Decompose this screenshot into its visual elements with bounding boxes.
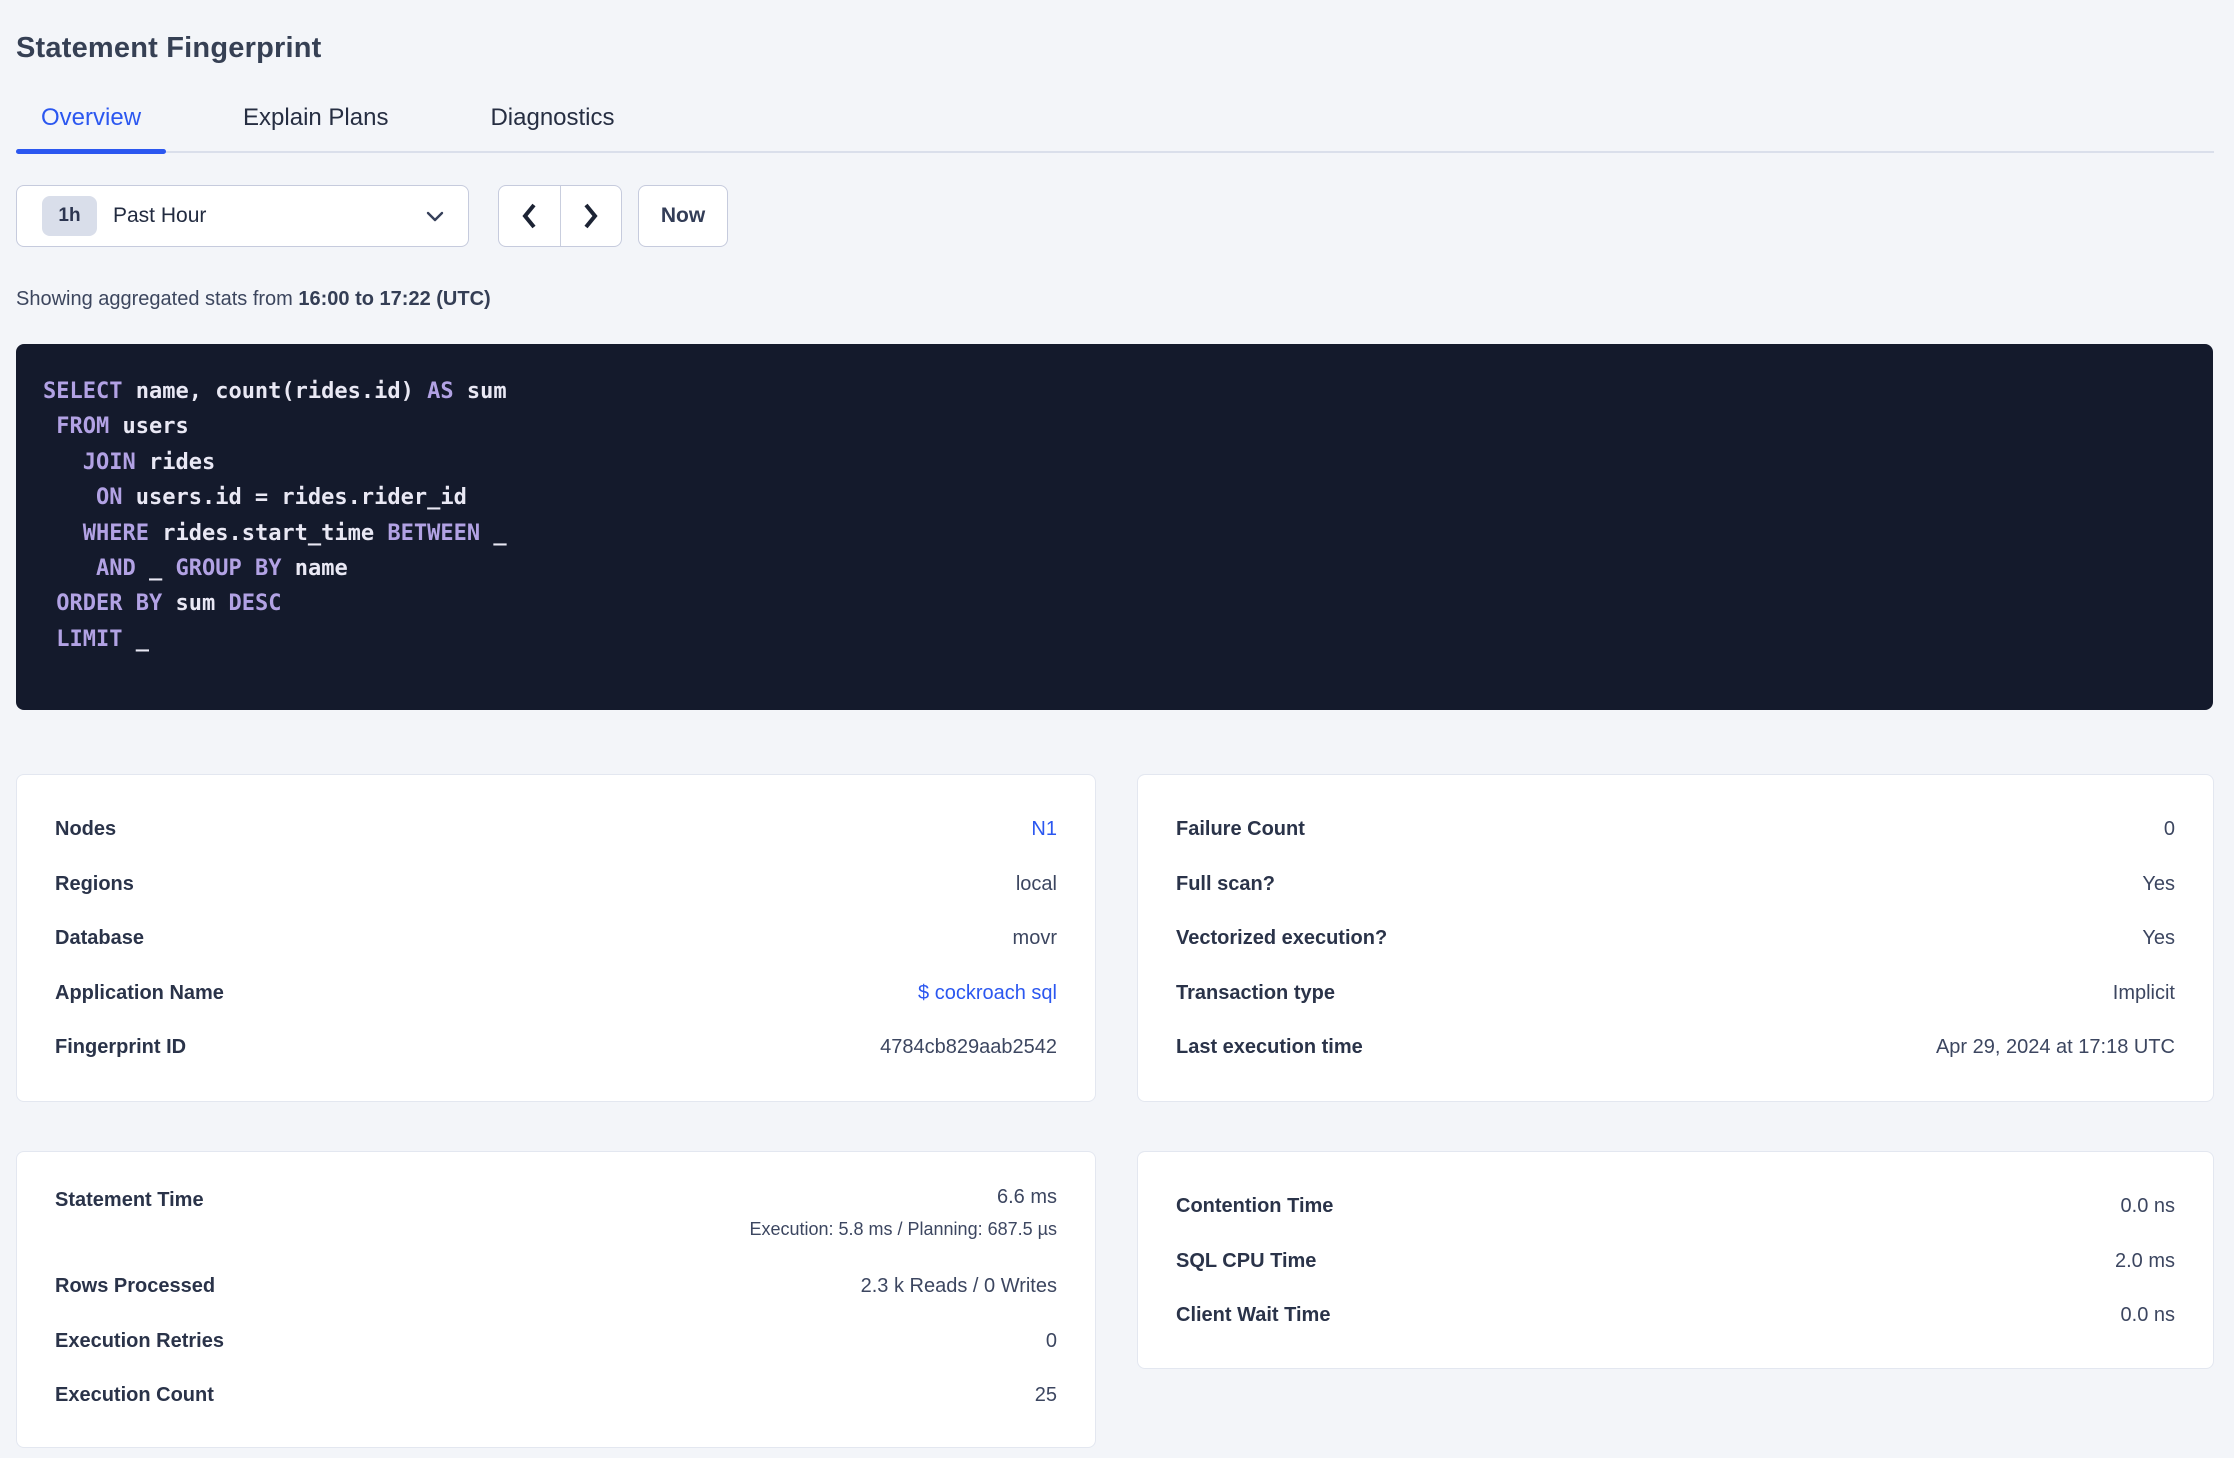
nodes-label: Nodes	[55, 818, 117, 841]
tab-overview[interactable]: Overview	[16, 104, 167, 154]
nodes-value-link[interactable]: N1	[1031, 818, 1057, 841]
next-time-button[interactable]	[561, 186, 622, 246]
time-controls: 1h Past Hour Now	[16, 185, 2214, 247]
chevron-down-icon	[426, 211, 444, 222]
chevron-right-icon	[582, 202, 599, 230]
sql-code: SELECT name, count(rides.id) AS sum FROM…	[43, 379, 507, 652]
last-execution-time-label: Last execution time	[1176, 1036, 1363, 1059]
client-wait-time-value: 0.0 ns	[2120, 1304, 2175, 1327]
time-pager	[498, 185, 622, 247]
fingerprint-id-value: 4784cb829aab2542	[880, 1036, 1057, 1059]
sql-statement-box: SELECT name, count(rides.id) AS sum FROM…	[16, 344, 2213, 711]
last-execution-time-value: Apr 29, 2024 at 17:18 UTC	[1935, 1036, 2175, 1059]
regions-value: local	[1015, 872, 1057, 895]
execution-attributes-card: Failure Count 0 Full scan? Yes Vectorize…	[1137, 774, 2214, 1103]
fingerprint-id-row: Fingerprint ID 4784cb829aab2542	[55, 1021, 1057, 1076]
execution-count-row: Execution Count 25	[55, 1368, 1057, 1423]
vectorized-execution-row: Vectorized execution? Yes	[1176, 911, 2175, 966]
full-scan-row: Full scan? Yes	[1176, 857, 2175, 912]
statement-time-value: 6.6 ms	[996, 1186, 1057, 1209]
transaction-type-row: Transaction type Implicit	[1176, 966, 2175, 1021]
time-interval-badge: 1h	[42, 196, 97, 236]
time-range-dropdown[interactable]: 1h Past Hour	[16, 185, 469, 247]
vectorized-execution-label: Vectorized execution?	[1176, 927, 1388, 950]
application-name-value-link[interactable]: $ cockroach sql	[918, 982, 1057, 1005]
chevron-left-icon	[521, 202, 538, 230]
stats-summary-range: 16:00 to 17:22 (UTC)	[298, 288, 491, 310]
sql-cpu-time-label: SQL CPU Time	[1176, 1249, 1317, 1272]
database-label: Database	[55, 927, 144, 950]
vectorized-execution-value: Yes	[2142, 927, 2175, 950]
statement-time-values: 6.6 ms Execution: 5.8 ms / Planning: 687…	[749, 1179, 1057, 1243]
database-row: Database movr	[55, 911, 1057, 966]
rows-processed-row: Rows Processed 2.3 k Reads / 0 Writes	[55, 1259, 1057, 1314]
sql-cpu-time-row: SQL CPU Time 2.0 ms	[1176, 1234, 2175, 1289]
full-scan-label: Full scan?	[1176, 872, 1275, 895]
client-wait-time-label: Client Wait Time	[1176, 1304, 1331, 1327]
time-range-label: Past Hour	[113, 204, 207, 227]
execution-count-value: 25	[1034, 1384, 1057, 1407]
contention-time-value: 0.0 ns	[2120, 1195, 2175, 1218]
tab-diagnostics[interactable]: Diagnostics	[465, 104, 639, 151]
last-execution-time-row: Last execution time Apr 29, 2024 at 17:1…	[1176, 1021, 2175, 1076]
now-button[interactable]: Now	[638, 185, 728, 247]
stats-summary-prefix: Showing aggregated stats from	[16, 288, 299, 310]
statement-fingerprint-page: Statement Fingerprint Overview Explain P…	[0, 0, 2234, 1449]
contention-time-label: Contention Time	[1176, 1195, 1334, 1218]
execution-retries-label: Execution Retries	[55, 1329, 224, 1352]
contention-time-row: Contention Time 0.0 ns	[1176, 1179, 2175, 1234]
page-title: Statement Fingerprint	[16, 32, 322, 64]
rows-processed-label: Rows Processed	[55, 1275, 216, 1298]
tab-bar: Overview Explain Plans Diagnostics	[16, 104, 2214, 154]
failure-count-label: Failure Count	[1176, 818, 1305, 841]
application-name-label: Application Name	[55, 981, 224, 1004]
tab-explain-plans[interactable]: Explain Plans	[218, 104, 413, 151]
transaction-type-value: Implicit	[2112, 981, 2175, 1004]
database-value: movr	[1012, 927, 1057, 950]
full-scan-value: Yes	[2142, 872, 2175, 895]
statement-time-breakdown: Execution: 5.8 ms / Planning: 687.5 µs	[749, 1219, 1057, 1240]
execution-retries-row: Execution Retries 0	[55, 1314, 1057, 1369]
statement-time-label: Statement Time	[55, 1189, 204, 1212]
fingerprint-id-label: Fingerprint ID	[55, 1036, 187, 1059]
application-name-row: Application Name $ cockroach sql	[55, 966, 1057, 1021]
nodes-row: Nodes N1	[55, 802, 1057, 857]
statement-timing-card: Statement Time 6.6 ms Execution: 5.8 ms …	[16, 1151, 1096, 1449]
regions-label: Regions	[55, 872, 134, 895]
sql-cpu-time-value: 2.0 ms	[2114, 1249, 2175, 1272]
failure-count-value: 0	[2163, 818, 2175, 841]
failure-count-row: Failure Count 0	[1176, 802, 2175, 857]
prev-time-button[interactable]	[499, 186, 561, 246]
execution-count-label: Execution Count	[55, 1384, 214, 1407]
regions-row: Regions local	[55, 857, 1057, 912]
rows-processed-value: 2.3 k Reads / 0 Writes	[860, 1275, 1057, 1298]
summary-cards: Nodes N1 Regions local Database movr App…	[16, 774, 2214, 1449]
transaction-type-label: Transaction type	[1176, 981, 1335, 1004]
stats-summary: Showing aggregated stats from 16:00 to 1…	[16, 288, 2214, 311]
client-wait-time-row: Client Wait Time 0.0 ns	[1176, 1288, 2175, 1343]
overview-details-card: Nodes N1 Regions local Database movr App…	[16, 774, 1096, 1103]
wait-times-card: Contention Time 0.0 ns SQL CPU Time 2.0 …	[1137, 1151, 2214, 1370]
execution-retries-value: 0	[1045, 1329, 1057, 1352]
statement-time-row: Statement Time 6.6 ms Execution: 5.8 ms …	[55, 1179, 1057, 1259]
